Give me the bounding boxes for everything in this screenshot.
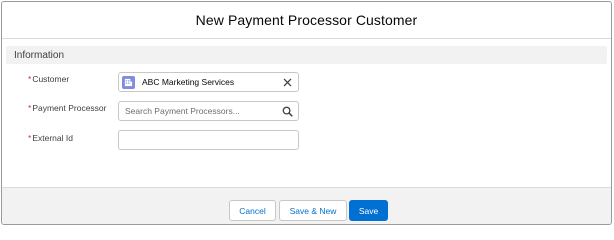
close-icon[interactable] [280, 75, 294, 89]
customer-selected-value: ABC Marketing Services [142, 77, 235, 87]
external-id-input[interactable] [119, 131, 298, 149]
account-icon [122, 75, 135, 89]
required-marker: * [28, 103, 32, 113]
modal-title: New Payment Processor Customer [195, 12, 418, 28]
required-marker: * [28, 74, 32, 84]
save-button[interactable]: Save [349, 200, 388, 221]
external-id-label: * External Id [28, 133, 73, 143]
external-id-field[interactable] [118, 130, 299, 150]
payment-processor-label-text: Payment Processor [32, 103, 107, 113]
payment-processor-lookup-field[interactable] [118, 101, 299, 121]
modal-header: New Payment Processor Customer [2, 2, 611, 39]
required-marker: * [28, 133, 32, 143]
modal-footer: Cancel Save & New Save [2, 187, 611, 224]
customer-label-text: Customer [32, 74, 70, 84]
payment-processor-search-input[interactable] [119, 102, 280, 120]
save-and-new-button[interactable]: Save & New [279, 200, 347, 221]
customer-label: * Customer [28, 74, 69, 84]
payment-processor-label: * Payment Processor [28, 103, 106, 113]
new-record-modal: New Payment Processor Customer Informati… [1, 1, 612, 225]
customer-lookup-field[interactable]: ABC Marketing Services [118, 72, 299, 92]
external-id-label-text: External Id [32, 133, 73, 143]
search-icon[interactable] [280, 104, 294, 118]
section-title: Information [14, 49, 65, 61]
cancel-button[interactable]: Cancel [229, 200, 276, 221]
section-header-information[interactable]: Information [6, 46, 607, 64]
